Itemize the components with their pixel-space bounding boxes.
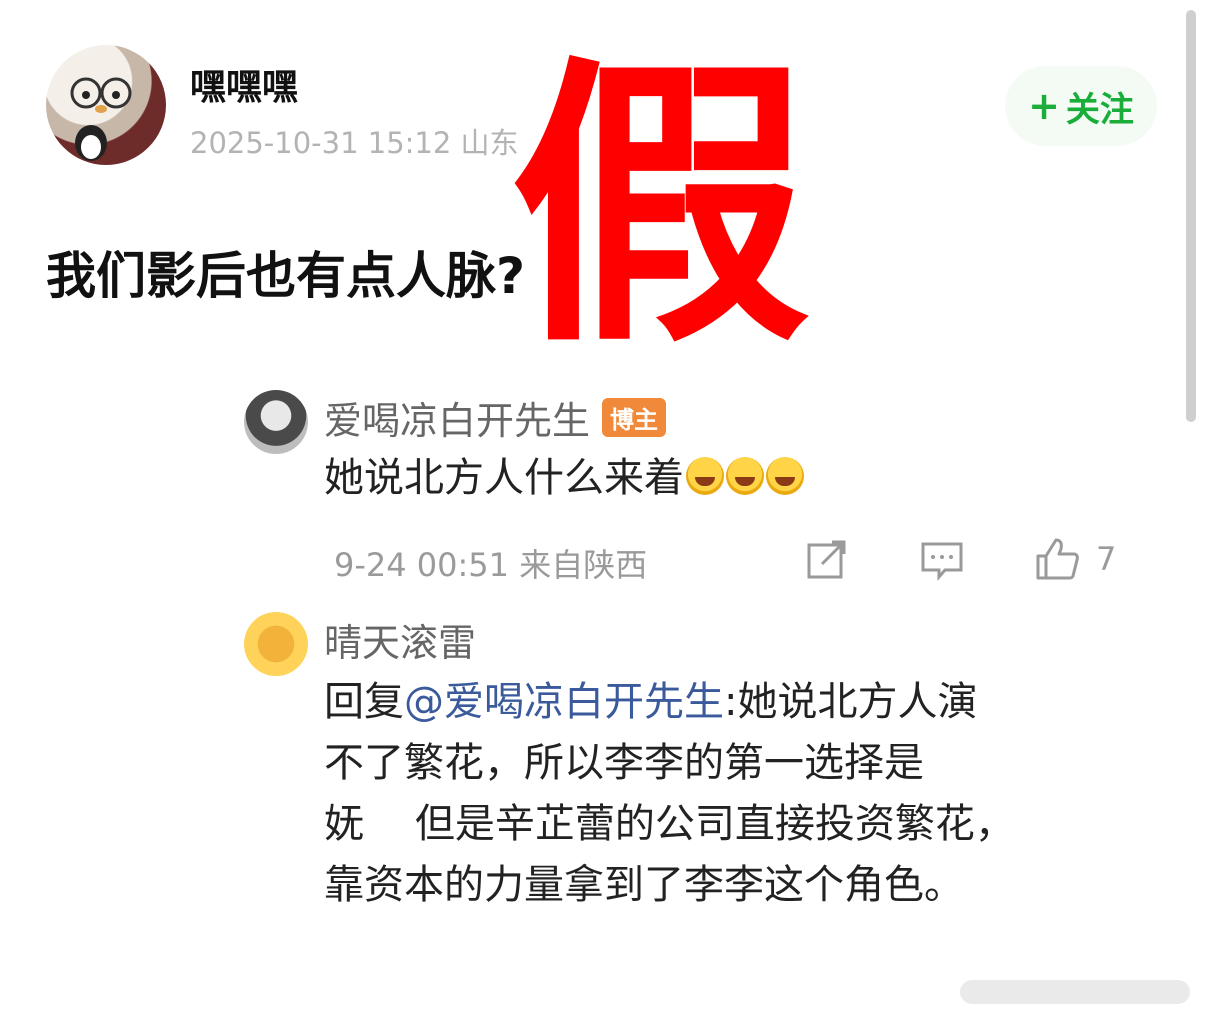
commenter-name[interactable]: 爱喝凉白开先生 博主 bbox=[324, 390, 667, 445]
post-text: 我们影后也有点人脉? bbox=[46, 247, 526, 305]
comment-line: 不了繁花，所以李李的第一选择是 bbox=[324, 740, 924, 786]
follow-button[interactable]: + 关注 bbox=[1005, 66, 1157, 146]
home-indicator bbox=[960, 980, 1190, 1004]
like-count: 7 bbox=[1096, 540, 1117, 578]
commenter-name-text: 爱喝凉白开先生 bbox=[324, 399, 591, 443]
post-page: 嘿嘿嘿 2025-10-31 15:12 山东 + 关注 我们影后也有点人脉? … bbox=[0, 0, 1206, 1020]
fake-stamp: 假 bbox=[510, 33, 810, 382]
comment-item: 爱喝凉白开先生 博主 她说北方人什么来着 9-24 00:51 来自陕西 7 bbox=[244, 390, 1144, 590]
comment-line: 靠资本的力量拿到了李李这个角色。 bbox=[324, 862, 964, 908]
commenter-avatar[interactable] bbox=[244, 390, 308, 454]
comment-icon[interactable] bbox=[919, 536, 965, 582]
author-avatar[interactable] bbox=[46, 45, 166, 165]
comment-text: 回复@爱喝凉白开先生:她说北方人演 不了繁花，所以李李的第一选择是 妩 但是辛芷… bbox=[324, 672, 1104, 916]
comment-time: 9-24 00:51 来自陕西 bbox=[334, 546, 648, 584]
comment-line-text: :她说北方人演 bbox=[724, 679, 978, 725]
commenter-avatar[interactable] bbox=[244, 612, 308, 676]
laugh-cry-emoji-icon bbox=[766, 457, 804, 495]
post-timestamp: 2025-10-31 15:12 山东 bbox=[190, 126, 519, 160]
share-icon[interactable] bbox=[804, 536, 850, 582]
laugh-cry-emoji-icon bbox=[686, 457, 724, 495]
commenter-name-text: 晴天滚雷 bbox=[324, 621, 477, 665]
comment-line: 回复@爱喝凉白开先生:她说北方人演 bbox=[324, 672, 1104, 733]
scrollbar[interactable] bbox=[1186, 10, 1196, 422]
follow-label: 关注 bbox=[1065, 89, 1134, 130]
comment-text: 她说北方人什么来着 bbox=[324, 448, 1084, 509]
mention-link[interactable]: @爱喝凉白开先生 bbox=[404, 679, 724, 725]
laugh-cry-emoji-icon bbox=[726, 457, 764, 495]
comment-item: 晴天滚雷 回复@爱喝凉白开先生:她说北方人演 不了繁花，所以李李的第一选择是 妩… bbox=[244, 612, 1144, 942]
bottom-fade bbox=[0, 930, 1206, 1020]
comment-text-content: 她说北方人什么来着 bbox=[324, 455, 684, 501]
blogger-badge: 博主 bbox=[602, 398, 667, 437]
plus-icon: + bbox=[1028, 84, 1060, 128]
like-icon[interactable] bbox=[1034, 536, 1080, 582]
comment-line: 妩 但是辛芷蕾的公司直接投资繁花， bbox=[324, 801, 1015, 847]
commenter-name[interactable]: 晴天滚雷 bbox=[324, 612, 476, 667]
reply-prefix: 回复 bbox=[324, 679, 404, 725]
comment-footer: 9-24 00:51 来自陕西 7 bbox=[334, 536, 1124, 586]
author-name[interactable]: 嘿嘿嘿 bbox=[190, 58, 298, 110]
